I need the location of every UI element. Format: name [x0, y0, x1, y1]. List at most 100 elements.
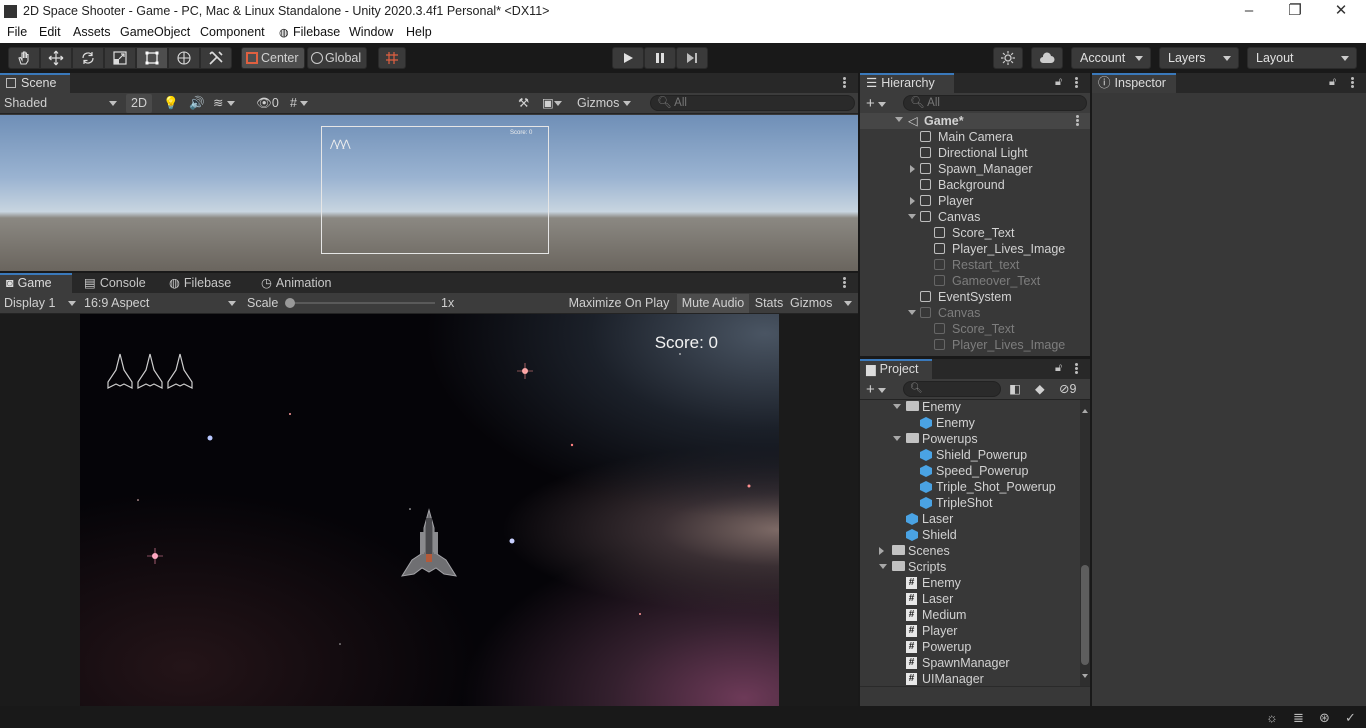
grid-toggle-icon[interactable]: #: [290, 94, 326, 113]
minimize-button[interactable]: –: [1226, 2, 1272, 22]
cloud-icon[interactable]: [1031, 47, 1063, 69]
search-by-label-icon[interactable]: ◆: [1035, 380, 1051, 399]
expand-arrow[interactable]: [908, 310, 916, 319]
inspector-lock-icon[interactable]: 🔓︎: [1329, 76, 1336, 89]
draw-mode-dropdown[interactable]: Shaded: [4, 94, 120, 113]
inspector-menu-icon[interactable]: [1351, 77, 1354, 88]
cache-icon[interactable]: ≣: [1293, 710, 1304, 726]
play-button[interactable]: [612, 47, 644, 69]
tab-filebase[interactable]: ◍ Filebase: [163, 273, 249, 293]
project-lock-icon[interactable]: 🔓︎: [1055, 362, 1062, 375]
create-button[interactable]: +: [866, 94, 896, 113]
lock-icon[interactable]: 🔓︎: [1055, 76, 1062, 89]
project-item[interactable]: # Enemy: [860, 575, 1080, 591]
hierarchy-item[interactable]: Restart_text: [860, 257, 1090, 273]
scale-tool-icon[interactable]: [104, 47, 136, 69]
scene-gizmos-dropdown[interactable]: Gizmos: [577, 94, 641, 113]
project-item[interactable]: Laser: [860, 511, 1080, 527]
hierarchy-item[interactable]: EventSystem: [860, 289, 1090, 305]
scroll-thumb[interactable]: [1081, 565, 1089, 665]
menu-edit[interactable]: Edit: [39, 25, 61, 39]
hierarchy-search-input[interactable]: 🔍︎ All: [903, 95, 1087, 111]
progress-icon[interactable]: ☼: [1266, 710, 1278, 725]
project-item[interactable]: Shield_Powerup: [860, 447, 1080, 463]
scale-slider-thumb[interactable]: [285, 298, 295, 308]
scale-slider[interactable]: [288, 302, 435, 304]
hidden-objects-icon[interactable]: 👁0: [256, 94, 286, 113]
scene-viewport[interactable]: ⋀⋀⋀ Score: 0: [0, 115, 858, 271]
debug-icon[interactable]: ⊛: [1319, 710, 1330, 726]
project-create-button[interactable]: +: [866, 380, 896, 399]
hierarchy-item[interactable]: Player_Lives_Image: [860, 241, 1090, 257]
auto-refresh-icon[interactable]: ✓: [1345, 710, 1356, 726]
account-dropdown[interactable]: Account: [1071, 47, 1151, 69]
scene-menu-icon[interactable]: [843, 77, 846, 88]
tab-console[interactable]: ▤ Console: [78, 273, 160, 293]
camera-icon[interactable]: ▣: [542, 94, 572, 113]
project-item[interactable]: Enemy: [860, 415, 1080, 431]
close-button[interactable]: ✕: [1318, 2, 1364, 22]
move-tool-icon[interactable]: [40, 47, 72, 69]
expand-arrow[interactable]: [879, 547, 888, 555]
project-item[interactable]: Speed_Powerup: [860, 463, 1080, 479]
hierarchy-item[interactable]: Player_Lives_Image: [860, 337, 1090, 353]
expand-arrow[interactable]: [879, 564, 887, 573]
global-space-button[interactable]: Global: [307, 47, 367, 69]
project-item[interactable]: # Powerup: [860, 639, 1080, 655]
expand-arrow[interactable]: [895, 117, 903, 126]
expand-arrow[interactable]: [908, 214, 916, 223]
rotate-tool-icon[interactable]: [72, 47, 104, 69]
project-item[interactable]: # UIManager: [860, 671, 1080, 686]
hierarchy-item[interactable]: Directional Light: [860, 145, 1090, 161]
collab-icon[interactable]: [993, 47, 1023, 69]
mute-audio-toggle[interactable]: Mute Audio: [677, 294, 749, 313]
expand-arrow[interactable]: [910, 197, 919, 205]
game-viewport[interactable]: Score: 0: [80, 314, 779, 706]
project-item[interactable]: # SpawnManager: [860, 655, 1080, 671]
tab-animation[interactable]: ◷ Animation: [255, 273, 345, 293]
tab-hierarchy[interactable]: ☰ Hierarchy: [860, 73, 954, 93]
project-item[interactable]: Scenes: [860, 543, 1080, 559]
tab-scene[interactable]: Scene: [0, 73, 70, 93]
project-item[interactable]: # Medium: [860, 607, 1080, 623]
menu-help[interactable]: Help: [406, 25, 432, 39]
hierarchy-item[interactable]: Player: [860, 193, 1090, 209]
hidden-packages-icon[interactable]: ⊘9: [1059, 380, 1089, 399]
search-by-type-icon[interactable]: ◧: [1009, 380, 1025, 399]
tab-project[interactable]: ▆ Project: [860, 359, 932, 379]
menu-component[interactable]: Component: [200, 25, 265, 39]
rect-tool-icon[interactable]: [136, 47, 168, 69]
grid-snap-icon[interactable]: [378, 47, 406, 69]
2d-mode-toggle[interactable]: 2D: [126, 94, 152, 113]
menu-window[interactable]: Window: [349, 25, 393, 39]
layout-dropdown[interactable]: Layout: [1247, 47, 1357, 69]
hierarchy-item[interactable]: Score_Text: [860, 321, 1090, 337]
effects-icon[interactable]: ≋: [213, 94, 253, 113]
step-button[interactable]: [676, 47, 708, 69]
project-item[interactable]: Enemy: [860, 400, 1080, 415]
project-scrollbar[interactable]: [1080, 400, 1090, 686]
expand-arrow[interactable]: [893, 404, 901, 413]
scene-tools-icon[interactable]: ⚒: [518, 94, 534, 113]
project-item[interactable]: Triple_Shot_Powerup: [860, 479, 1080, 495]
hierarchy-menu-icon[interactable]: [1075, 77, 1078, 88]
pause-button[interactable]: [644, 47, 676, 69]
hierarchy-item[interactable]: Score_Text: [860, 225, 1090, 241]
maximize-button[interactable]: ❐: [1272, 2, 1318, 22]
project-item[interactable]: # Player: [860, 623, 1080, 639]
project-item[interactable]: TripleShot: [860, 495, 1080, 511]
project-search-input[interactable]: 🔍︎: [903, 381, 1001, 397]
expand-arrow[interactable]: [893, 436, 901, 445]
aspect-dropdown[interactable]: 16:9 Aspect: [84, 294, 240, 313]
tab-game[interactable]: ◙ Game: [0, 273, 72, 293]
maximize-on-play-toggle[interactable]: Maximize On Play: [566, 294, 672, 313]
custom-tools-icon[interactable]: [200, 47, 232, 69]
hierarchy-item[interactable]: Background: [860, 177, 1090, 193]
scroll-up-arrow[interactable]: [1082, 406, 1088, 413]
scroll-down-arrow[interactable]: [1082, 674, 1088, 681]
menu-assets[interactable]: Assets: [73, 25, 111, 39]
hierarchy-item[interactable]: Main Camera: [860, 129, 1090, 145]
menu-filebase[interactable]: Filebase: [293, 25, 340, 39]
scene-root-row[interactable]: ◁ Game*: [860, 113, 1090, 129]
hierarchy-item[interactable]: Canvas: [860, 305, 1090, 321]
